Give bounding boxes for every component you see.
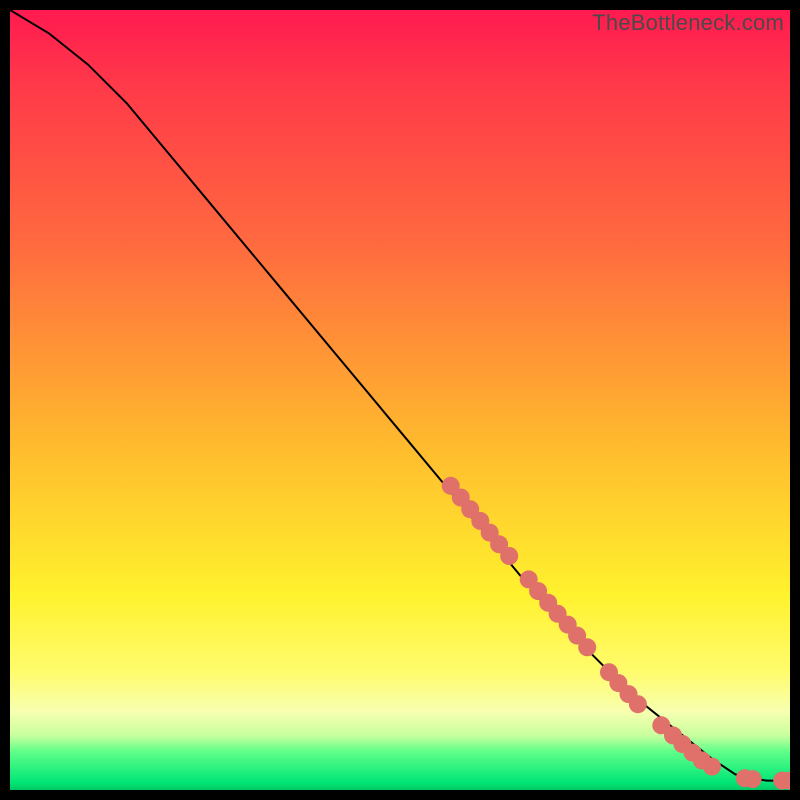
data-marker xyxy=(703,758,721,776)
data-marker xyxy=(744,770,762,788)
watermark-text: TheBottleneck.com xyxy=(592,10,784,36)
data-marker xyxy=(500,547,518,565)
chart-svg xyxy=(10,10,790,790)
data-marker xyxy=(629,695,647,713)
data-marker xyxy=(578,638,596,656)
data-markers xyxy=(442,477,790,790)
bottleneck-curve xyxy=(10,10,790,781)
chart-frame: TheBottleneck.com xyxy=(10,10,790,790)
